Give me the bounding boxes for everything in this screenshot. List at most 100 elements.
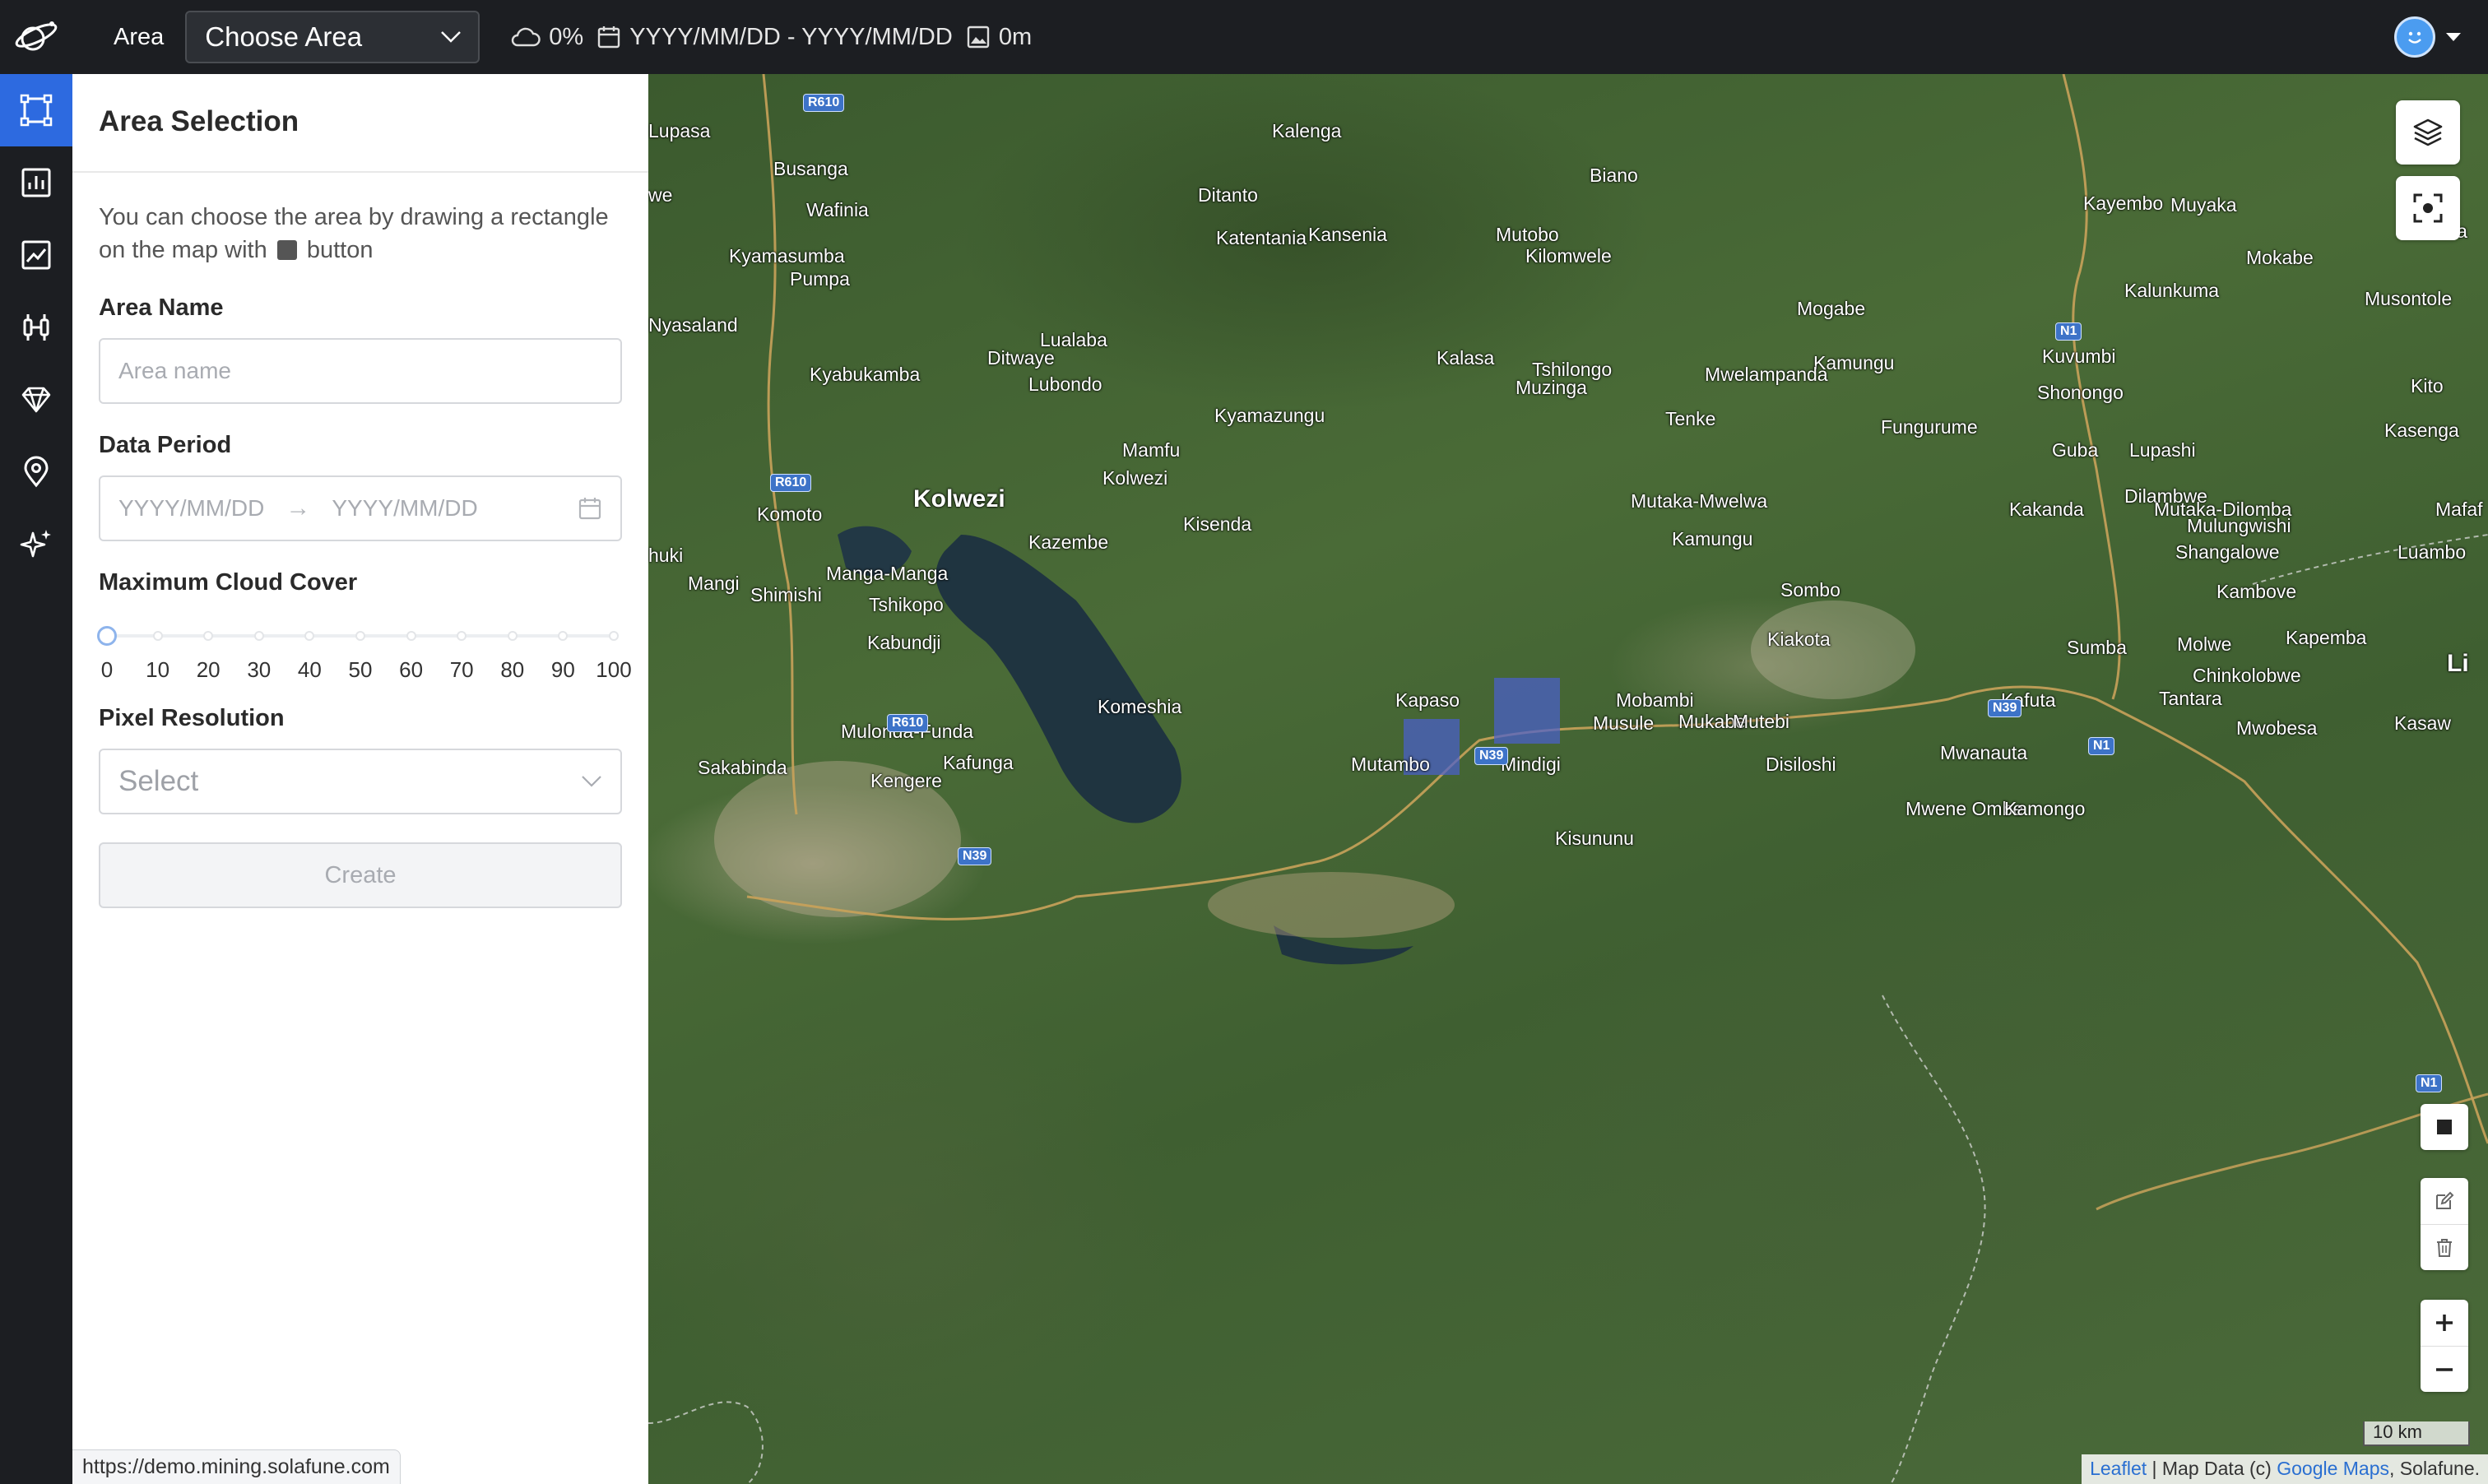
map-place-label: Muzinga <box>1516 377 1587 398</box>
map-place-label: Luambo <box>2397 541 2467 563</box>
sparkle-icon <box>20 530 51 558</box>
map-place-label: Kisununu <box>1555 828 1634 849</box>
cloud-icon <box>512 27 541 47</box>
map-place-label: Shimishi <box>750 584 822 605</box>
map-place-label: Kito <box>2411 375 2444 397</box>
caret-down-icon[interactable] <box>2444 30 2463 44</box>
pixel-resolution-select[interactable]: Select <box>99 749 622 814</box>
zoom-control <box>2421 1300 2468 1392</box>
google-maps-link[interactable]: Google Maps <box>2277 1458 2389 1479</box>
road-shield: R610 <box>803 94 845 112</box>
app-logo-icon[interactable] <box>0 0 72 74</box>
slider-step-dot[interactable] <box>152 631 163 641</box>
map-place-label: Lubondo <box>1028 373 1102 395</box>
focus-button[interactable] <box>2396 176 2460 240</box>
slider-step-dot[interactable] <box>355 631 365 641</box>
map-place-label: Mobambi <box>1616 689 1694 711</box>
satellite-map[interactable]: Lupasa Kalenga Biano Busanga Ditanto Kayembo M… <box>648 74 2488 1484</box>
map-place-label: Kasenga <box>2384 420 2459 441</box>
area-icon <box>20 94 53 127</box>
resolution-value: 0m <box>998 23 1033 50</box>
start-date-placeholder[interactable]: YYYY/MM/DD <box>118 495 264 522</box>
zoom-out-button[interactable] <box>2421 1346 2468 1392</box>
slider-step-dot[interactable] <box>406 631 416 641</box>
date-range-value: YYYY/MM/DD - YYYY/MM/DD <box>629 23 953 50</box>
cloud-cover-slider[interactable]: 0 10 20 30 40 50 60 70 80 90 100 <box>97 619 632 682</box>
map-place-label: Kafunga <box>943 752 1014 773</box>
create-button[interactable]: Create <box>99 842 622 908</box>
slider-thumb[interactable] <box>97 626 117 646</box>
road-shield: N39 <box>1474 747 1509 765</box>
left-nav-rail <box>0 74 72 1484</box>
user-menu[interactable] <box>2394 16 2463 58</box>
map-place-label: Kapaso <box>1395 689 1460 711</box>
draw-rectangle-toolbar <box>2421 1104 2468 1150</box>
end-date-placeholder[interactable]: YYYY/MM/DD <box>332 495 578 522</box>
pixel-resolution-placeholder: Select <box>118 765 199 797</box>
map-place-label: Fungurume <box>1881 416 1978 438</box>
slider-step-dot[interactable] <box>609 631 619 641</box>
slider-step-dot[interactable] <box>253 631 264 641</box>
chevron-down-icon <box>582 776 601 787</box>
nav-trends[interactable] <box>0 219 72 291</box>
hint-text-after: button <box>306 237 374 263</box>
nav-minerals[interactable] <box>0 364 72 436</box>
area-select-dropdown[interactable]: Choose Area <box>185 11 480 63</box>
leaflet-link[interactable]: Leaflet <box>2090 1458 2147 1479</box>
map-place-label: Kabundji <box>867 632 941 653</box>
imagery-tile[interactable] <box>1494 678 1560 744</box>
delete-layers-button[interactable] <box>2421 1224 2468 1270</box>
nav-statistics[interactable] <box>0 146 72 219</box>
top-bar: Area Choose Area 0% YYYY/MM/DD - YYYY/MM… <box>0 0 2488 74</box>
nav-area-selection[interactable] <box>0 74 72 146</box>
slider-step-dot[interactable] <box>507 631 518 641</box>
map-place-label: Mwobesa <box>2236 717 2318 739</box>
draw-rectangle-button[interactable] <box>2421 1104 2468 1150</box>
map-place-label: Kayembo <box>2083 192 2164 214</box>
edit-layers-button[interactable] <box>2421 1178 2468 1224</box>
cloud-cover-indicator: 0% <box>509 24 583 51</box>
zoom-in-button[interactable] <box>2421 1300 2468 1346</box>
slider-tick-label: 50 <box>348 657 373 682</box>
map-place-label: Kyamasumba <box>729 245 845 267</box>
slider-step-dot[interactable] <box>203 631 214 641</box>
map-place-label: Mutambo <box>1351 754 1430 775</box>
map-place-label: Disiloshi <box>1766 754 1836 775</box>
map-place-label: Molwe <box>2177 633 2232 655</box>
map-place-label: Kyamazungu <box>1214 405 1325 426</box>
map-place-label: Kamungu <box>1672 528 1753 550</box>
date-range-indicator: YYYY/MM/DD - YYYY/MM/DD <box>596 24 953 51</box>
location-pin-icon <box>24 456 49 488</box>
map-place-label: Muyaka <box>2170 194 2237 216</box>
map-place-label: Ditwaye <box>987 347 1055 369</box>
plus-icon <box>2436 1315 2453 1331</box>
arrow-right-icon: → <box>285 494 311 522</box>
area-select-value: Choose Area <box>205 21 363 52</box>
map-place-label: Li <box>2447 650 2469 677</box>
nav-ai-features[interactable] <box>0 508 72 581</box>
map-place-label: huki <box>648 545 684 566</box>
map-place-label: Mokabe <box>2246 247 2314 268</box>
map-place-label: Kapemba <box>2286 627 2367 648</box>
slider-tick-label: 10 <box>146 657 170 682</box>
map-place-label: Komeshia <box>1098 696 1182 717</box>
slider-step-dot[interactable] <box>558 631 569 641</box>
attribution-suffix: , Solafune. <box>2389 1458 2480 1479</box>
avatar[interactable] <box>2394 16 2435 58</box>
slider-step-dot[interactable] <box>304 631 315 641</box>
nav-compare[interactable] <box>0 291 72 364</box>
area-name-input[interactable]: Area name <box>99 338 622 404</box>
map-place-label: Komoto <box>757 503 823 525</box>
map-place-label: Kakanda <box>2009 499 2084 520</box>
map-place-label: Chinkolobwe <box>2193 665 2301 686</box>
layers-button[interactable] <box>2396 100 2460 165</box>
map-place-label: Tenke <box>1665 408 1716 429</box>
attribution-text: | Map Data (c) <box>2147 1458 2277 1479</box>
slider-step-dot[interactable] <box>457 631 467 641</box>
data-period-range-picker[interactable]: YYYY/MM/DD → YYYY/MM/DD <box>99 475 622 541</box>
slider-tick-label: 20 <box>196 657 220 682</box>
nav-locations[interactable] <box>0 436 72 508</box>
map-place-label: Biano <box>1590 165 1638 186</box>
map-place-label: Lupasa <box>648 120 711 141</box>
map-place-label: Kazembe <box>1028 531 1109 553</box>
